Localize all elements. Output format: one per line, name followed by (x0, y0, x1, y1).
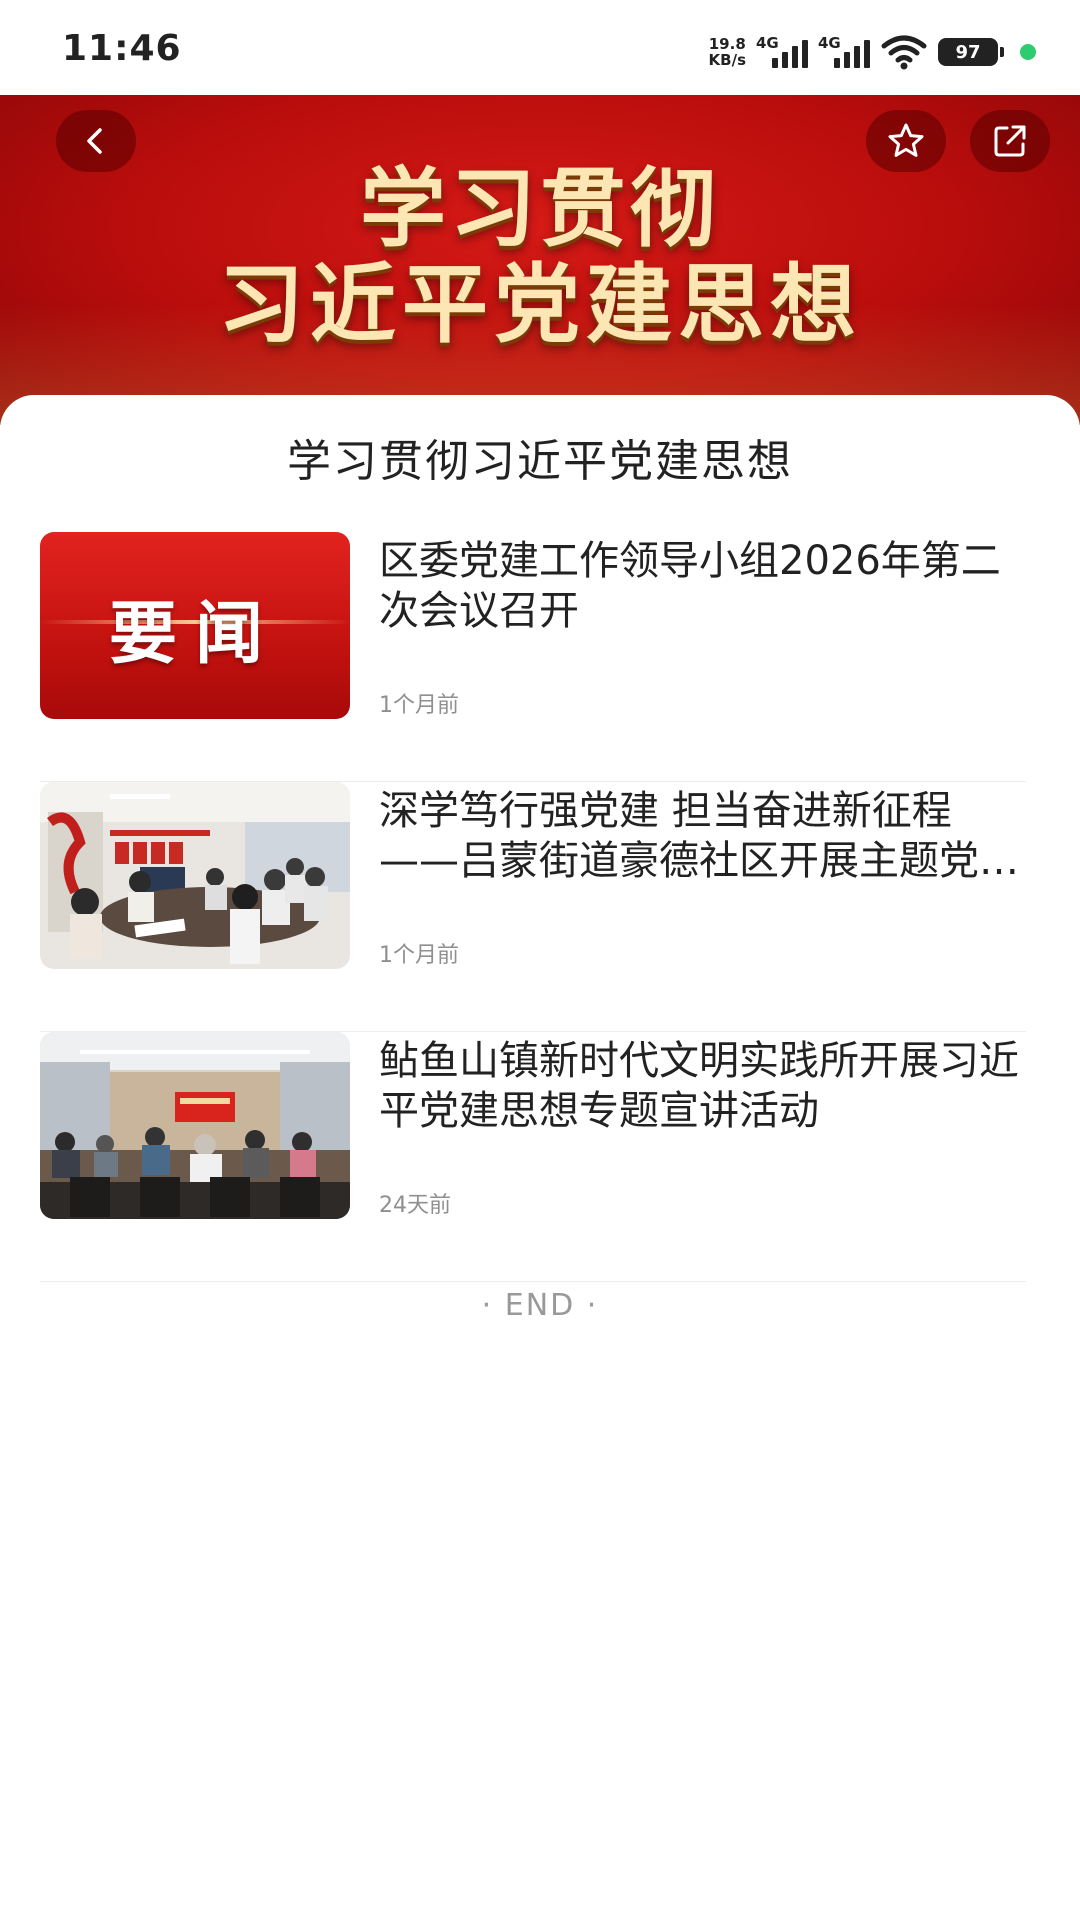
list-item[interactable]: 深学笃行强党建 担当奋进新征程——吕蒙街道豪德社区开展主题党日活动 1个月前 (40, 782, 1026, 1032)
list-item[interactable]: 要闻 区委党建工作领导小组2026年第二次会议召开 1个月前 (40, 532, 1026, 782)
meeting-photo-thumbnail (40, 782, 350, 969)
list-end-marker: · END · (481, 1288, 599, 1323)
news-thumbnail: 要闻 (40, 532, 350, 719)
indicator-dot (1020, 44, 1036, 60)
banner-title-line1: 学习贯彻 (360, 159, 720, 259)
signal-icon: 4G (756, 34, 808, 70)
share-button[interactable] (970, 110, 1050, 172)
item-title: 深学笃行强党建 担当奋进新征程——吕蒙街道豪德社区开展主题党日活动 (379, 788, 1019, 884)
star-icon (888, 123, 924, 157)
banner-title-line2: 习近平党建思想 (218, 255, 862, 355)
back-button[interactable] (56, 110, 136, 172)
status-icons: 19.8 KB/s 4G 4G 97 (709, 30, 1036, 74)
battery-level: 97 (955, 41, 981, 63)
item-time: 1个月前 (379, 943, 459, 968)
network-speed-value: 19.8 (708, 35, 746, 53)
network-speed-unit: KB/s (708, 51, 746, 69)
back-icon (87, 128, 102, 154)
battery-icon: 97 (938, 38, 1004, 66)
article-list-card: 学习贯彻习近平党建思想 要闻 区委党建工作领导小组2026年第二次会议召开 1个… (0, 395, 1080, 1920)
status-bar: 11:46 19.8 KB/s 4G 4G 97 (0, 0, 1080, 95)
item-title: 鲇鱼山镇新时代文明实践所开展习近平党建思想专题宣讲活动 (379, 1038, 1019, 1134)
list-item[interactable]: 鲇鱼山镇新时代文明实践所开展习近平党建思想专题宣讲活动 24天前 (40, 1032, 1026, 1282)
signal-icon: 4G (818, 34, 870, 70)
share-icon (994, 125, 1026, 157)
list-title: 学习贯彻习近平党建思想 (287, 436, 793, 487)
item-time: 1个月前 (379, 693, 459, 718)
wifi-icon (881, 35, 927, 70)
item-title: 区委党建工作领导小组2026年第二次会议召开 (379, 538, 1001, 634)
item-time: 24天前 (379, 1193, 451, 1218)
status-time: 11:46 (62, 28, 182, 69)
thumbnail-label: 要闻 (108, 595, 281, 674)
lecture-photo-thumbnail (40, 1032, 350, 1219)
favorite-button[interactable] (866, 110, 946, 172)
network-speed: 19.8 KB/s (709, 36, 746, 68)
